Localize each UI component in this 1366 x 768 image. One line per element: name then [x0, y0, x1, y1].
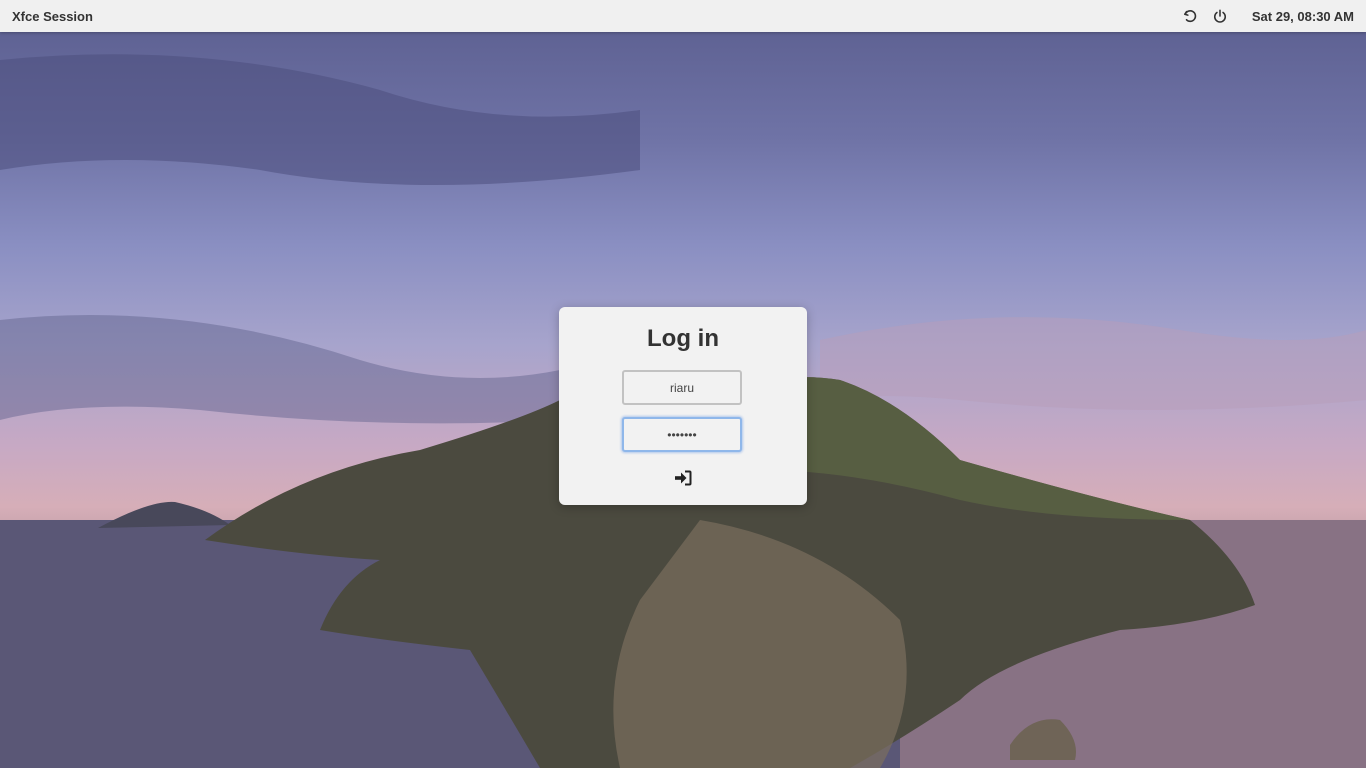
username-field[interactable]	[622, 370, 742, 405]
sign-in-button[interactable]	[672, 469, 694, 487]
password-field[interactable]	[622, 417, 742, 452]
power-button[interactable]	[1212, 8, 1228, 24]
power-icon	[1213, 9, 1226, 23]
top-panel: Xfce Session Sat 29, 08:30 AM	[0, 0, 1366, 32]
restart-icon	[1183, 10, 1197, 23]
sign-in-icon	[675, 470, 692, 486]
login-title: Log in	[647, 325, 719, 352]
restart-button[interactable]	[1182, 8, 1198, 24]
session-label[interactable]: Xfce Session	[12, 9, 93, 24]
login-dialog: Log in	[559, 307, 807, 505]
clock[interactable]: Sat 29, 08:30 AM	[1252, 9, 1354, 24]
panel-right: Sat 29, 08:30 AM	[1182, 8, 1354, 24]
